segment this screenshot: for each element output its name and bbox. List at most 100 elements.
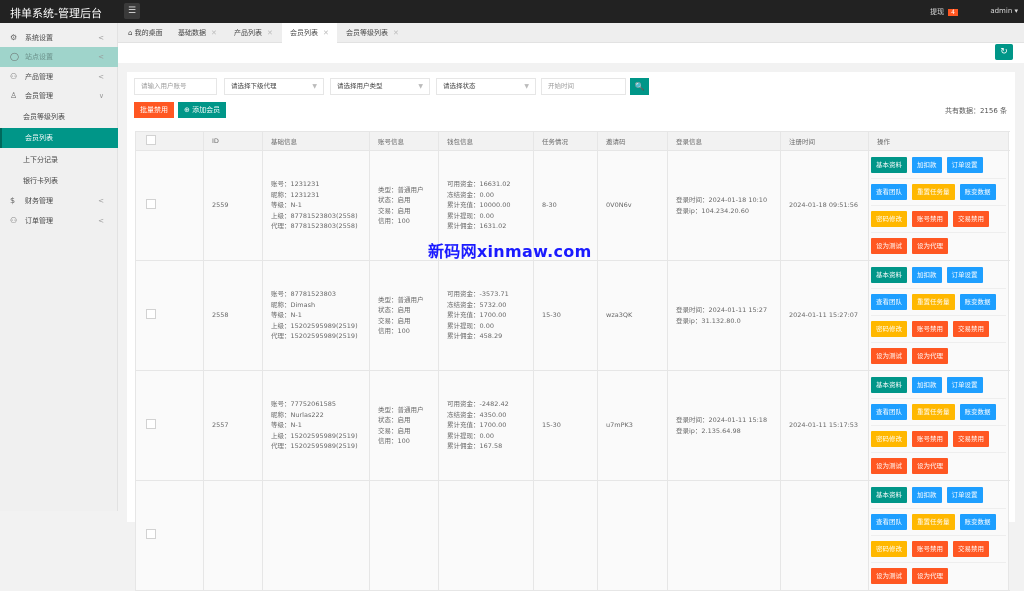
op-button-0-0[interactable]: 基本资料 bbox=[871, 156, 907, 173]
op-button-0-0[interactable]: 基本资料 bbox=[871, 376, 907, 393]
op-button-3-1[interactable]: 设为代理 bbox=[912, 457, 948, 474]
op-button-0-2[interactable]: 订单设置 bbox=[946, 486, 983, 503]
op-button-1-2[interactable]: 账变数据 bbox=[959, 293, 996, 310]
op-button-2-1[interactable]: 账号禁用 bbox=[912, 210, 948, 227]
sidebar-item[interactable]: ⚇ 产品管理 < bbox=[0, 67, 118, 87]
op-button-2-2[interactable]: 交易禁用 bbox=[953, 430, 989, 447]
withdraw-count-badge: 4 bbox=[948, 9, 958, 16]
batch-disable-button[interactable]: 批量禁用 bbox=[134, 102, 174, 118]
start-time-input[interactable]: 开始时间 bbox=[541, 78, 626, 95]
user-menu[interactable]: admin ▾ bbox=[990, 7, 1018, 15]
op-button-0-1[interactable]: 加扣款 bbox=[912, 266, 942, 283]
close-icon[interactable]: ✕ bbox=[267, 29, 273, 37]
row-checkbox[interactable] bbox=[146, 418, 156, 429]
tab-item[interactable]: 会员列表 ✕ bbox=[282, 23, 337, 43]
watermark: 新码网xinmaw.com bbox=[428, 242, 592, 261]
op-button-3-0[interactable]: 设为测试 bbox=[871, 567, 907, 584]
select-all-header bbox=[135, 131, 204, 151]
op-button-1-1[interactable]: 重置任务量 bbox=[912, 183, 955, 200]
op-button-2-2[interactable]: 交易禁用 bbox=[953, 540, 989, 557]
op-button-1-2[interactable]: 账变数据 bbox=[959, 183, 996, 200]
sidebar-item[interactable]: 会员等级列表 bbox=[0, 107, 118, 127]
sidebar-item[interactable]: 银行卡列表 bbox=[0, 171, 118, 191]
column-header: 账号信息 bbox=[369, 131, 439, 151]
withdraw-notice[interactable]: 提现 4 bbox=[930, 7, 958, 17]
basic-info-line: 代理：15202595989(2519) bbox=[271, 332, 358, 341]
basic-info-line: 昵称：Dimash bbox=[271, 300, 316, 309]
basic-info-cell: 账号：77752061585 昵称：Nurlas222 等级：N-1 上级：15202… bbox=[262, 370, 370, 481]
row-checkbox[interactable] bbox=[146, 308, 156, 319]
operation-button-row: 设为测试 设为代理 bbox=[871, 343, 1006, 370]
row-select-cell bbox=[135, 370, 204, 481]
op-button-1-0[interactable]: 查看团队 bbox=[871, 293, 907, 310]
op-button-0-2[interactable]: 订单设置 bbox=[946, 156, 983, 173]
refresh-button[interactable]: ↻ bbox=[995, 44, 1013, 60]
sidebar-item[interactable]: ⚙ 系统设置 < bbox=[0, 28, 118, 48]
op-button-2-1[interactable]: 账号禁用 bbox=[912, 320, 948, 337]
op-button-3-0[interactable]: 设为测试 bbox=[871, 457, 907, 474]
menu-toggle-icon[interactable]: ☰ bbox=[124, 3, 140, 19]
wallet-info-line: 冻结资金：0.00 bbox=[447, 190, 494, 199]
op-button-3-0[interactable]: 设为测试 bbox=[871, 237, 907, 254]
op-button-1-0[interactable]: 查看团队 bbox=[871, 513, 907, 530]
op-button-1-1[interactable]: 重置任务量 bbox=[912, 513, 955, 530]
sidebar-item[interactable]: 上下分记录 bbox=[0, 150, 118, 170]
tab-label: 会员列表 bbox=[290, 29, 318, 37]
op-button-3-1[interactable]: 设为代理 bbox=[912, 567, 948, 584]
op-button-3-0[interactable]: 设为测试 bbox=[871, 347, 907, 364]
op-button-2-2[interactable]: 交易禁用 bbox=[953, 210, 989, 227]
op-button-2-1[interactable]: 账号禁用 bbox=[912, 430, 948, 447]
op-button-1-1[interactable]: 重置任务量 bbox=[912, 293, 955, 310]
op-button-2-2[interactable]: 交易禁用 bbox=[953, 320, 989, 337]
user-type-select[interactable]: 请选择用户类型 ▼ bbox=[330, 78, 430, 95]
op-button-0-1[interactable]: 加扣款 bbox=[912, 156, 942, 173]
sidebar-item-icon: ⚙ bbox=[10, 33, 18, 42]
op-button-1-2[interactable]: 账变数据 bbox=[959, 513, 996, 530]
status-select[interactable]: 请选择状态 ▼ bbox=[436, 78, 536, 95]
op-button-3-1[interactable]: 设为代理 bbox=[912, 347, 948, 364]
close-icon[interactable]: ✕ bbox=[323, 29, 329, 37]
op-button-0-0[interactable]: 基本资料 bbox=[871, 486, 907, 503]
account-search-input[interactable]: 请输入用户账号 bbox=[134, 78, 217, 95]
basic-info-line: 账号：77752061585 bbox=[271, 400, 336, 409]
close-icon[interactable]: ✕ bbox=[393, 29, 399, 37]
search-button[interactable]: 🔍 bbox=[630, 78, 649, 95]
add-member-button[interactable]: ⊕ 添加会员 bbox=[178, 102, 227, 118]
tab-item[interactable]: 基础数据 ✕ bbox=[170, 23, 225, 43]
chevron-icon: < bbox=[98, 73, 104, 81]
tab-item[interactable]: ⌂ 我的桌面 bbox=[120, 23, 171, 43]
op-button-0-0[interactable]: 基本资料 bbox=[871, 266, 907, 283]
tab-item[interactable]: 产品列表 ✕ bbox=[226, 23, 281, 43]
select-all-checkbox[interactable] bbox=[146, 135, 156, 145]
row-checkbox[interactable] bbox=[146, 528, 156, 539]
op-button-2-0[interactable]: 密码修改 bbox=[871, 540, 907, 557]
sidebar-item[interactable]: ♙ 会员管理 ∨ bbox=[0, 86, 118, 106]
op-button-0-2[interactable]: 订单设置 bbox=[946, 266, 983, 283]
op-button-2-0[interactable]: 密码修改 bbox=[871, 210, 907, 227]
op-button-1-1[interactable]: 重置任务量 bbox=[912, 403, 955, 420]
wallet-info-line: 累计提现：0.00 bbox=[447, 211, 494, 220]
op-button-0-1[interactable]: 加扣款 bbox=[912, 486, 942, 503]
op-button-1-0[interactable]: 查看团队 bbox=[871, 403, 907, 420]
op-button-0-1[interactable]: 加扣款 bbox=[912, 376, 942, 393]
sidebar-item[interactable]: 会员列表 bbox=[0, 128, 118, 148]
op-button-1-2[interactable]: 账变数据 bbox=[959, 403, 996, 420]
tab-item[interactable]: 会员等级列表 ✕ bbox=[338, 23, 407, 43]
op-button-2-1[interactable]: 账号禁用 bbox=[912, 540, 948, 557]
close-icon[interactable]: ✕ bbox=[211, 29, 217, 37]
op-button-2-0[interactable]: 密码修改 bbox=[871, 320, 907, 337]
op-button-1-0[interactable]: 查看团队 bbox=[871, 183, 907, 200]
basic-info-line: 昵称：1231231 bbox=[271, 190, 320, 199]
sidebar-item[interactable]: $ 财务管理 < bbox=[0, 191, 118, 211]
sidebar-item[interactable]: ◯ 站点设置 < bbox=[0, 47, 118, 67]
op-button-3-1[interactable]: 设为代理 bbox=[912, 237, 948, 254]
op-button-0-2[interactable]: 订单设置 bbox=[946, 376, 983, 393]
chevron-down-icon: ▼ bbox=[418, 83, 423, 90]
agent-select[interactable]: 请选择下级代理 ▼ bbox=[224, 78, 324, 95]
column-header: 邀请码 bbox=[597, 131, 668, 151]
row-checkbox[interactable] bbox=[146, 198, 156, 209]
wallet-info-line: 累计佣金：167.58 bbox=[447, 442, 503, 451]
op-button-2-0[interactable]: 密码修改 bbox=[871, 430, 907, 447]
scrollbar[interactable] bbox=[1015, 63, 1024, 511]
sidebar-item[interactable]: ⚇ 订单管理 < bbox=[0, 211, 118, 231]
